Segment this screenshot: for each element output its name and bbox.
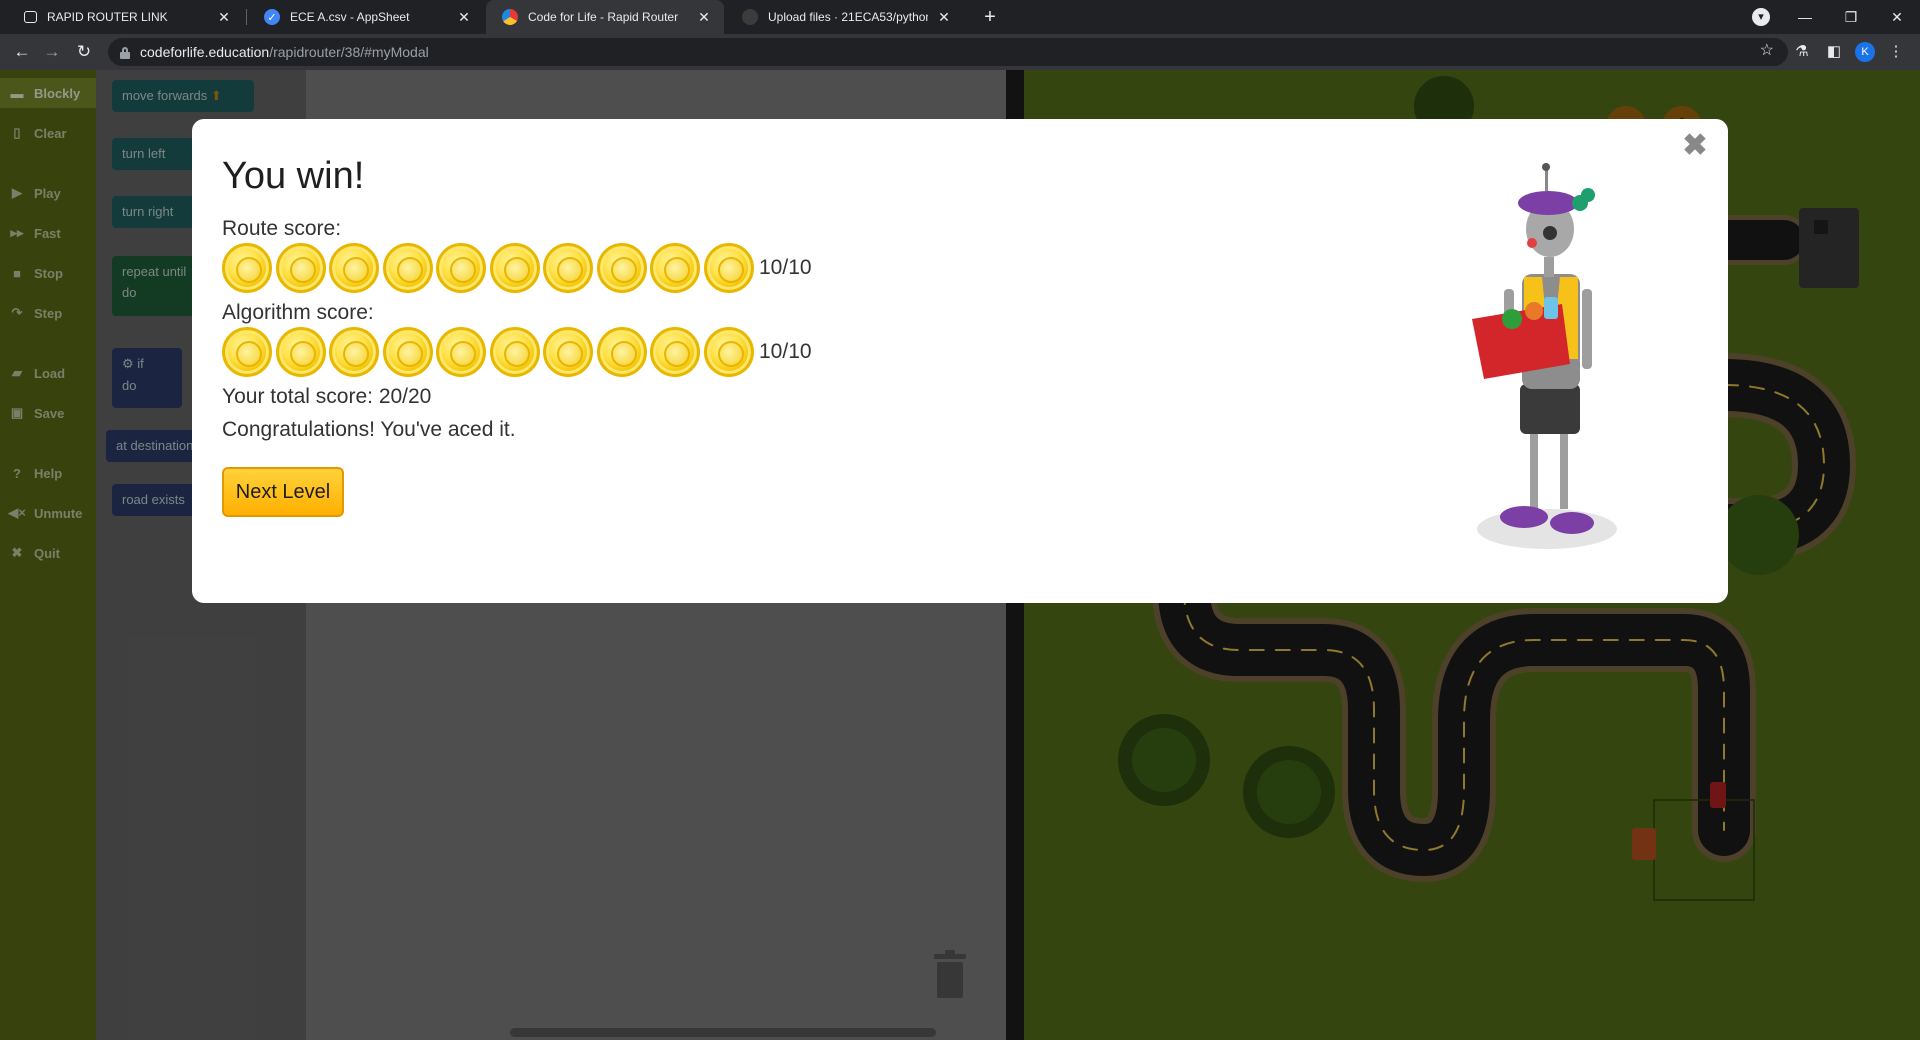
algorithm-score-row: 10/10 bbox=[222, 327, 812, 377]
algorithm-coin-icon bbox=[650, 327, 700, 377]
lock-icon bbox=[120, 46, 130, 59]
codeforlife-icon bbox=[502, 9, 518, 25]
route-coin-icon bbox=[650, 243, 700, 293]
appsheet-icon: ✓ bbox=[264, 9, 280, 25]
tab-search-icon[interactable]: ▾ bbox=[1752, 8, 1770, 26]
extension-icon[interactable]: ⚗ bbox=[1790, 40, 1814, 64]
route-coin-icon bbox=[329, 243, 379, 293]
close-tab-icon[interactable]: ✕ bbox=[216, 9, 232, 26]
route-score-value: 10/10 bbox=[759, 256, 812, 279]
algorithm-coin-icon bbox=[436, 327, 486, 377]
close-tab-icon[interactable]: ✕ bbox=[696, 9, 712, 26]
algorithm-coin-icon bbox=[382, 327, 433, 377]
algorithm-coin-icon bbox=[703, 327, 754, 377]
browser-tab-bar: RAPID ROUTER LINK ✕ ✓ ECE A.csv - AppShe… bbox=[0, 0, 1920, 34]
algorithm-score-label: Algorithm score: bbox=[222, 301, 374, 324]
route-coin-icon bbox=[543, 243, 593, 293]
route-coin-icon bbox=[275, 243, 326, 293]
more-menu-icon[interactable]: ⋮ bbox=[1884, 40, 1908, 64]
tab-separator bbox=[246, 9, 247, 25]
congratulations-text: Congratulations! You've aced it. bbox=[222, 418, 516, 441]
close-tab-icon[interactable]: ✕ bbox=[456, 9, 472, 26]
browser-toolbar: ← → ↻ codeforlife.education/rapidrouter/… bbox=[0, 34, 1920, 70]
profile-avatar[interactable]: K bbox=[1855, 42, 1875, 62]
restore-button[interactable]: ❐ bbox=[1828, 0, 1874, 34]
github-icon bbox=[742, 9, 758, 25]
next-level-button[interactable]: Next Level bbox=[222, 467, 344, 517]
minimize-button[interactable]: — bbox=[1782, 0, 1828, 34]
win-modal: ✖ You win! Route score: 10/10 Algorithm … bbox=[192, 119, 1728, 603]
side-panel-icon[interactable]: ◧ bbox=[1822, 40, 1846, 64]
route-score-row: 10/10 bbox=[222, 243, 812, 293]
close-window-button[interactable]: ✕ bbox=[1874, 0, 1920, 34]
route-coin-icon bbox=[489, 243, 540, 293]
forward-button[interactable]: → bbox=[40, 40, 64, 64]
close-icon[interactable]: ✖ bbox=[1680, 131, 1710, 161]
close-tab-icon[interactable]: ✕ bbox=[936, 9, 952, 26]
algorithm-coin-icon bbox=[329, 327, 379, 377]
robot-character-image bbox=[1472, 163, 1617, 549]
algorithm-coin-icon bbox=[275, 327, 326, 377]
route-coin-icon bbox=[596, 243, 647, 293]
modal-title: You win! bbox=[222, 155, 365, 197]
algorithm-coin-icon bbox=[543, 327, 593, 377]
address-bar[interactable]: codeforlife.education/rapidrouter/38/#my… bbox=[108, 38, 1788, 66]
algorithm-coin-icon bbox=[596, 327, 647, 377]
tab-rapid-router[interactable]: Code for Life - Rapid Router ✕ bbox=[486, 0, 724, 34]
algorithm-coin-icon bbox=[489, 327, 540, 377]
route-score-label: Route score: bbox=[222, 217, 342, 240]
route-coin-icon bbox=[382, 243, 433, 293]
route-coins bbox=[222, 243, 757, 293]
reload-button[interactable]: ↻ bbox=[72, 40, 96, 64]
back-button[interactable]: ← bbox=[10, 40, 34, 64]
tab-github-upload[interactable]: Upload files · 21ECA53/python-p ✕ bbox=[726, 0, 964, 34]
image-icon bbox=[24, 11, 37, 23]
route-coin-icon bbox=[436, 243, 486, 293]
route-coin-icon bbox=[222, 243, 272, 293]
total-score-text: Your total score: 20/20 bbox=[222, 385, 432, 408]
bookmark-star-icon[interactable]: ☆ bbox=[1760, 40, 1774, 60]
algorithm-score-value: 10/10 bbox=[759, 340, 812, 363]
route-coin-icon bbox=[703, 243, 754, 293]
new-tab-button[interactable]: + bbox=[978, 5, 1002, 29]
tab-rapid-router-link[interactable]: RAPID ROUTER LINK ✕ bbox=[8, 0, 244, 34]
tab-appsheet[interactable]: ✓ ECE A.csv - AppSheet ✕ bbox=[248, 0, 484, 34]
algorithm-coins bbox=[222, 327, 757, 377]
algorithm-coin-icon bbox=[222, 327, 272, 377]
